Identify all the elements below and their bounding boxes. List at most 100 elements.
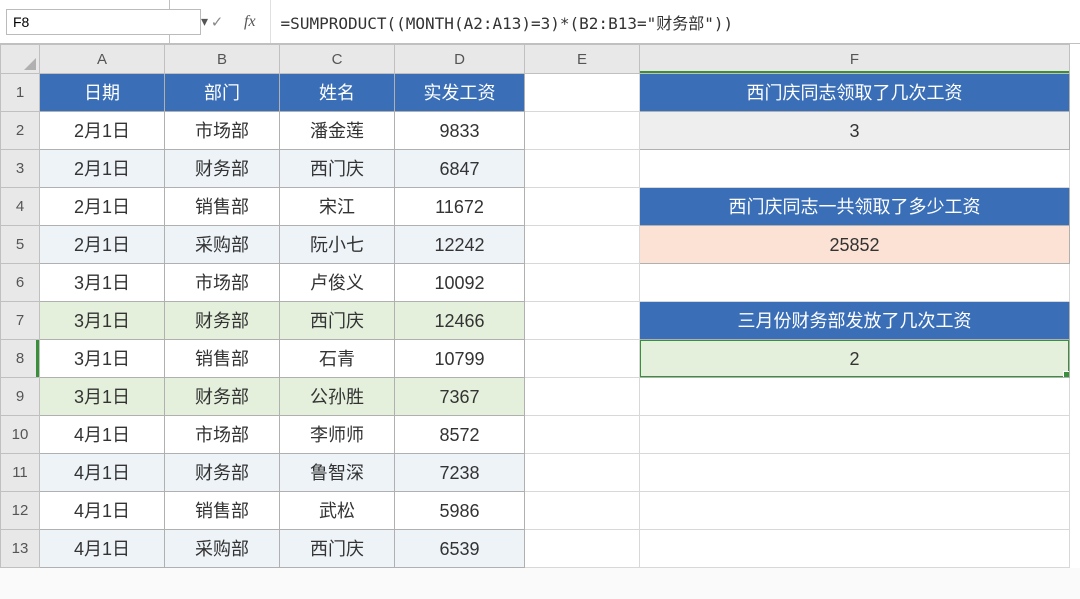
cell-e9[interactable]: [525, 378, 640, 416]
cell-a7[interactable]: 3月1日: [40, 302, 165, 340]
col-head-b[interactable]: B: [165, 44, 280, 74]
row-head-8[interactable]: 8: [0, 340, 40, 378]
cell-d9[interactable]: 7367: [395, 378, 525, 416]
cell-e1[interactable]: [525, 74, 640, 112]
cell-a2[interactable]: 2月1日: [40, 112, 165, 150]
cell-c1[interactable]: 姓名: [280, 74, 395, 112]
cell-a10[interactable]: 4月1日: [40, 416, 165, 454]
cell-f4[interactable]: 西门庆同志一共领取了多少工资: [640, 188, 1070, 226]
cell-a11[interactable]: 4月1日: [40, 454, 165, 492]
row-head-9[interactable]: 9: [0, 378, 40, 416]
cell-e5[interactable]: [525, 226, 640, 264]
select-all-corner[interactable]: [0, 44, 40, 74]
cell-c13[interactable]: 西门庆: [280, 530, 395, 568]
cell-b8[interactable]: 销售部: [165, 340, 280, 378]
cell-a5[interactable]: 2月1日: [40, 226, 165, 264]
row-head-7[interactable]: 7: [0, 302, 40, 340]
cell-c12[interactable]: 武松: [280, 492, 395, 530]
row-head-13[interactable]: 13: [0, 530, 40, 568]
cell-f1[interactable]: 西门庆同志领取了几次工资: [640, 74, 1070, 112]
cell-a12[interactable]: 4月1日: [40, 492, 165, 530]
cell-f6[interactable]: [640, 264, 1070, 302]
row-head-2[interactable]: 2: [0, 112, 40, 150]
cell-c4[interactable]: 宋江: [280, 188, 395, 226]
cell-c6[interactable]: 卢俊义: [280, 264, 395, 302]
cell-c5[interactable]: 阮小七: [280, 226, 395, 264]
cell-d8[interactable]: 10799: [395, 340, 525, 378]
cell-b9[interactable]: 财务部: [165, 378, 280, 416]
fx-button[interactable]: fx: [238, 13, 262, 31]
col-head-f[interactable]: F: [640, 44, 1070, 74]
cell-a3[interactable]: 2月1日: [40, 150, 165, 188]
cell-d1[interactable]: 实发工资: [395, 74, 525, 112]
cell-d6[interactable]: 10092: [395, 264, 525, 302]
row-head-1[interactable]: 1: [0, 74, 40, 112]
cell-b7[interactable]: 财务部: [165, 302, 280, 340]
cell-b11[interactable]: 财务部: [165, 454, 280, 492]
confirm-icon[interactable]: ✓: [208, 13, 226, 31]
cell-d5[interactable]: 12242: [395, 226, 525, 264]
cell-f2[interactable]: 3: [640, 112, 1070, 150]
cell-a8[interactable]: 3月1日: [40, 340, 165, 378]
cell-f8[interactable]: 2: [640, 340, 1070, 378]
cell-b6[interactable]: 市场部: [165, 264, 280, 302]
row-head-11[interactable]: 11: [0, 454, 40, 492]
cell-f7[interactable]: 三月份财务部发放了几次工资: [640, 302, 1070, 340]
cell-e13[interactable]: [525, 530, 640, 568]
cell-f5[interactable]: 25852: [640, 226, 1070, 264]
row-head-4[interactable]: 4: [0, 188, 40, 226]
cell-f9[interactable]: [640, 378, 1070, 416]
cell-b13[interactable]: 采购部: [165, 530, 280, 568]
row-head-12[interactable]: 12: [0, 492, 40, 530]
name-box[interactable]: [6, 9, 201, 35]
cell-e3[interactable]: [525, 150, 640, 188]
cell-b5[interactable]: 采购部: [165, 226, 280, 264]
row-head-5[interactable]: 5: [0, 226, 40, 264]
col-head-a[interactable]: A: [40, 44, 165, 74]
cell-d12[interactable]: 5986: [395, 492, 525, 530]
cell-e7[interactable]: [525, 302, 640, 340]
cell-d11[interactable]: 7238: [395, 454, 525, 492]
cell-b2[interactable]: 市场部: [165, 112, 280, 150]
cell-b4[interactable]: 销售部: [165, 188, 280, 226]
cell-a9[interactable]: 3月1日: [40, 378, 165, 416]
cell-e8[interactable]: [525, 340, 640, 378]
cell-e4[interactable]: [525, 188, 640, 226]
cell-d13[interactable]: 6539: [395, 530, 525, 568]
cell-b10[interactable]: 市场部: [165, 416, 280, 454]
cell-d2[interactable]: 9833: [395, 112, 525, 150]
cell-b3[interactable]: 财务部: [165, 150, 280, 188]
row-head-10[interactable]: 10: [0, 416, 40, 454]
cell-c10[interactable]: 李师师: [280, 416, 395, 454]
cell-c9[interactable]: 公孙胜: [280, 378, 395, 416]
cell-e12[interactable]: [525, 492, 640, 530]
name-box-dropdown-icon[interactable]: ▾: [201, 13, 208, 30]
col-head-d[interactable]: D: [395, 44, 525, 74]
cell-f10[interactable]: [640, 416, 1070, 454]
cell-a4[interactable]: 2月1日: [40, 188, 165, 226]
cell-d7[interactable]: 12466: [395, 302, 525, 340]
cell-b1[interactable]: 部门: [165, 74, 280, 112]
cell-a13[interactable]: 4月1日: [40, 530, 165, 568]
formula-input[interactable]: =SUMPRODUCT((MONTH(A2:A13)=3)*(B2:B13="财…: [271, 0, 1080, 43]
cell-c2[interactable]: 潘金莲: [280, 112, 395, 150]
cell-d4[interactable]: 11672: [395, 188, 525, 226]
cell-a6[interactable]: 3月1日: [40, 264, 165, 302]
cell-e2[interactable]: [525, 112, 640, 150]
cell-e6[interactable]: [525, 264, 640, 302]
cell-e10[interactable]: [525, 416, 640, 454]
cell-f11[interactable]: [640, 454, 1070, 492]
cell-f12[interactable]: [640, 492, 1070, 530]
cell-c11[interactable]: 鲁智深: [280, 454, 395, 492]
cell-c8[interactable]: 石青: [280, 340, 395, 378]
cell-f3[interactable]: [640, 150, 1070, 188]
cell-d3[interactable]: 6847: [395, 150, 525, 188]
col-head-c[interactable]: C: [280, 44, 395, 74]
cell-f13[interactable]: [640, 530, 1070, 568]
cell-a1[interactable]: 日期: [40, 74, 165, 112]
cell-c7[interactable]: 西门庆: [280, 302, 395, 340]
cell-b12[interactable]: 销售部: [165, 492, 280, 530]
row-head-6[interactable]: 6: [0, 264, 40, 302]
cell-e11[interactable]: [525, 454, 640, 492]
cell-d10[interactable]: 8572: [395, 416, 525, 454]
